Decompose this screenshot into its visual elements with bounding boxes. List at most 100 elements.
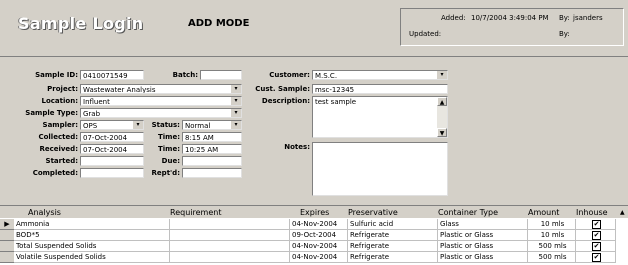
customer-select[interactable]: M.S.C. ▾ <box>312 70 448 80</box>
table-row[interactable]: Volatile Suspended Solids 04-Nov-2004 Re… <box>0 252 628 263</box>
preservative-cell[interactable]: Refrigerate <box>348 241 438 252</box>
preservative-cell[interactable]: Refrigerate <box>348 230 438 241</box>
amount-cell[interactable]: 500 mls <box>528 241 576 252</box>
added-by-label: By: <box>559 14 570 22</box>
inhouse-cell[interactable]: ✔ <box>576 241 616 252</box>
amount-cell[interactable]: 10 mls <box>528 230 576 241</box>
collected-date-field[interactable]: 07-Oct-2004 <box>80 132 144 142</box>
sample-type-select[interactable]: Grab ▾ <box>80 108 242 118</box>
col-container-type[interactable]: Container Type <box>438 208 498 217</box>
location-label: Location: <box>41 97 78 105</box>
requirement-cell[interactable] <box>170 219 290 230</box>
col-expires[interactable]: Expires <box>300 208 329 217</box>
cust-sample-field[interactable]: msc-12345 <box>312 84 448 94</box>
location-select[interactable]: Influent ▾ <box>80 96 242 106</box>
scroll-up-icon[interactable]: ▲ <box>437 97 447 106</box>
preservative-cell[interactable]: Refrigerate <box>348 252 438 263</box>
status-select[interactable]: Normal ▾ <box>182 120 242 130</box>
updated-by-label: By: <box>559 30 570 38</box>
chevron-down-icon[interactable]: ▾ <box>230 109 241 117</box>
col-inhouse[interactable]: Inhouse <box>576 208 608 217</box>
page-title: Sample Login <box>18 14 144 33</box>
table-row[interactable]: ▶ Ammonia 04-Nov-2004 Sulfuric acid Glas… <box>0 219 628 230</box>
scroll-down-icon[interactable]: ▼ <box>437 128 447 137</box>
customer-value: M.S.C. <box>315 72 338 80</box>
chevron-down-icon[interactable]: ▾ <box>230 97 241 105</box>
collected-time-field[interactable]: 8:15 AM <box>182 132 242 142</box>
sample-login-window: Sample Login ADD MODE Added: 10/7/2004 3… <box>0 0 628 265</box>
started-field[interactable] <box>80 156 144 166</box>
table-row[interactable]: Total Suspended Solids 04-Nov-2004 Refri… <box>0 241 628 252</box>
notes-textarea[interactable] <box>312 142 448 196</box>
col-amount[interactable]: Amount <box>528 208 559 217</box>
inhouse-checkbox[interactable]: ✔ <box>592 230 601 240</box>
inhouse-cell[interactable]: ✔ <box>576 219 616 230</box>
inhouse-checkbox[interactable]: ✔ <box>592 252 601 262</box>
table-row[interactable]: BOD*5 09-Oct-2004 Refrigerate Plastic or… <box>0 230 628 241</box>
grid-header: Analysis Requirement Expires Preservativ… <box>0 206 628 218</box>
completed-field[interactable] <box>80 168 144 178</box>
chevron-down-icon[interactable]: ▾ <box>132 121 143 129</box>
analysis-cell[interactable]: Total Suspended Solids <box>14 241 170 252</box>
col-requirement[interactable]: Requirement <box>170 208 221 217</box>
sample-id-field[interactable]: 0410071549 <box>80 70 144 80</box>
sampler-select[interactable]: OPS ▾ <box>80 120 144 130</box>
row-selector[interactable] <box>0 230 14 241</box>
container-cell[interactable]: Plastic or Glass <box>438 241 528 252</box>
container-cell[interactable]: Plastic or Glass <box>438 230 528 241</box>
description-textarea[interactable]: test sample ▲ ▼ <box>312 96 448 138</box>
received-time-field[interactable]: 10:25 AM <box>182 144 242 154</box>
expires-cell[interactable]: 09-Oct-2004 <box>290 230 348 241</box>
requirement-cell[interactable] <box>170 241 290 252</box>
description-value: test sample <box>315 98 357 106</box>
amount-cell[interactable]: 500 mls <box>528 252 576 263</box>
mode-indicator: ADD MODE <box>188 18 250 29</box>
sample-type-value: Grab <box>83 110 101 118</box>
reptd-label: Rept'd: <box>151 169 180 177</box>
chevron-down-icon[interactable]: ▾ <box>230 121 241 129</box>
expires-cell[interactable]: 04-Nov-2004 <box>290 252 348 263</box>
inhouse-cell[interactable]: ✔ <box>576 230 616 241</box>
received-time-label: Time: <box>157 145 180 153</box>
chevron-down-icon[interactable]: ▾ <box>436 71 447 79</box>
col-preservative[interactable]: Preservative <box>348 208 398 217</box>
chevron-down-icon[interactable]: ▾ <box>230 85 241 93</box>
header-divider <box>0 56 628 57</box>
batch-label: Batch: <box>172 71 198 79</box>
project-label: Project: <box>47 85 78 93</box>
batch-field[interactable] <box>200 70 242 80</box>
row-selector[interactable]: ▶ <box>0 219 14 230</box>
scroll-up-icon[interactable]: ▲ <box>620 209 625 216</box>
project-select[interactable]: Wastewater Analysis ▾ <box>80 84 242 94</box>
analysis-cell[interactable]: BOD*5 <box>14 230 170 241</box>
status-label: Status: <box>151 121 180 129</box>
row-selector[interactable] <box>0 241 14 252</box>
reptd-field[interactable] <box>182 168 242 178</box>
inhouse-checkbox[interactable]: ✔ <box>592 219 601 229</box>
collected-label: Collected: <box>38 133 78 141</box>
due-field[interactable] <box>182 156 242 166</box>
audit-info-box: Added: 10/7/2004 3:49:04 PM By: jsanders… <box>400 8 624 46</box>
added-value: 10/7/2004 3:49:04 PM <box>471 14 549 22</box>
received-label: Received: <box>39 145 78 153</box>
inhouse-cell[interactable]: ✔ <box>576 252 616 263</box>
container-cell[interactable]: Glass <box>438 219 528 230</box>
requirement-cell[interactable] <box>170 252 290 263</box>
analysis-cell[interactable]: Volatile Suspended Solids <box>14 252 170 263</box>
analysis-cell[interactable]: Ammonia <box>14 219 170 230</box>
received-date-field[interactable]: 07-Oct-2004 <box>80 144 144 154</box>
amount-cell[interactable]: 10 mls <box>528 219 576 230</box>
requirement-cell[interactable] <box>170 230 290 241</box>
inhouse-checkbox[interactable]: ✔ <box>592 241 601 251</box>
expires-cell[interactable]: 04-Nov-2004 <box>290 219 348 230</box>
description-scrollbar[interactable]: ▲ ▼ <box>437 97 447 137</box>
updated-label: Updated: <box>409 30 442 38</box>
customer-label: Customer: <box>269 71 310 79</box>
analysis-grid: Analysis Requirement Expires Preservativ… <box>0 205 628 265</box>
expires-cell[interactable]: 04-Nov-2004 <box>290 241 348 252</box>
preservative-cell[interactable]: Sulfuric acid <box>348 219 438 230</box>
sample-form: Sample ID: Project: Location: Sample Typ… <box>0 58 628 204</box>
col-analysis[interactable]: Analysis <box>28 208 61 217</box>
container-cell[interactable]: Plastic or Glass <box>438 252 528 263</box>
row-selector[interactable] <box>0 252 14 263</box>
